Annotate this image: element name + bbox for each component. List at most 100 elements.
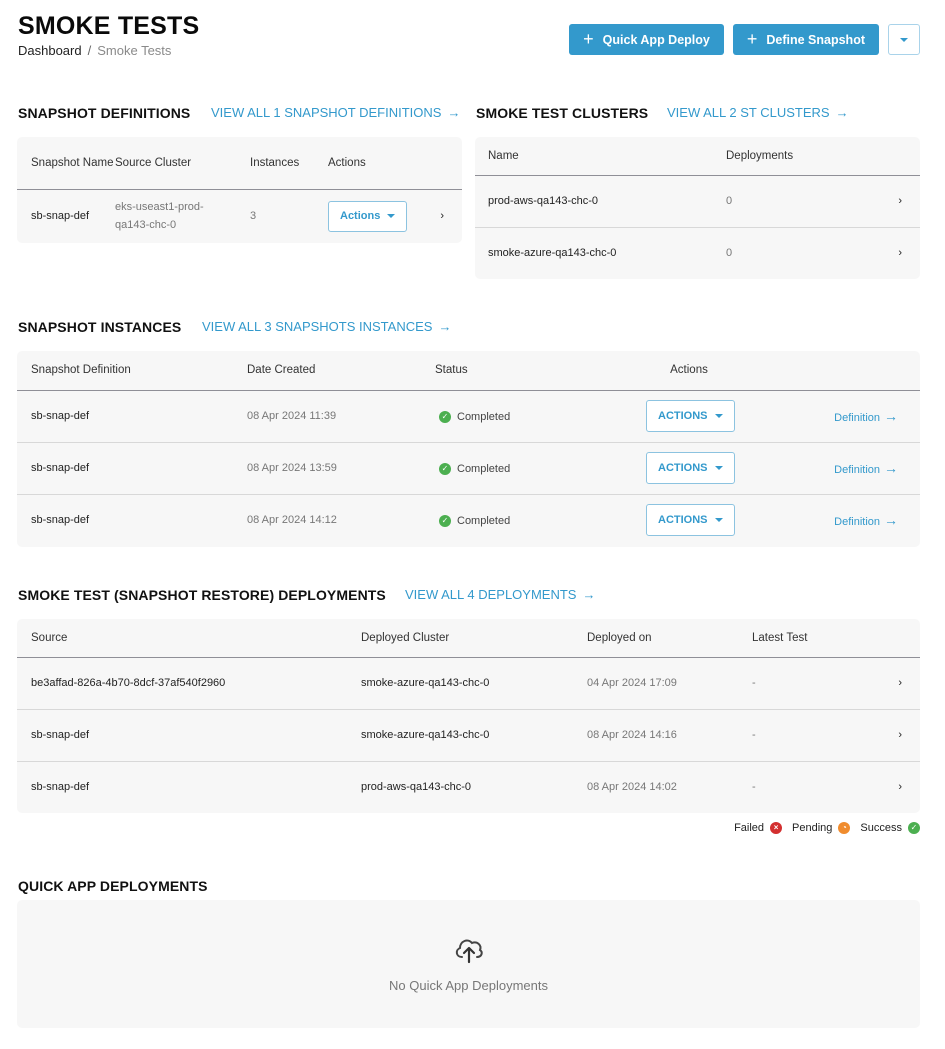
smoke-test-clusters-title: SMOKE TEST CLUSTERS — [476, 105, 649, 121]
header-actions: + Quick App Deploy + Define Snapshot — [569, 24, 920, 55]
date-created: 08 Apr 2024 14:12 — [247, 514, 337, 527]
arrow-right-icon: → — [582, 587, 596, 602]
column-header: Deployed on — [587, 619, 752, 658]
arrow-right-icon: → — [835, 105, 849, 120]
plus-icon: + — [746, 28, 758, 49]
status-badge: ✓ Completed — [439, 514, 511, 527]
table-row[interactable]: smoke-azure-qa143-chc-0 0 › — [475, 227, 920, 279]
deployments-count: 0 — [726, 247, 733, 260]
definition-link[interactable]: Definition → — [834, 460, 898, 476]
snapshot-definitions-table: Snapshot Name Source Cluster Instances A… — [17, 137, 462, 243]
actions-dropdown-button[interactable]: Actions — [328, 200, 408, 232]
column-header: Deployed Cluster — [361, 619, 587, 658]
date-created: 08 Apr 2024 11:39 — [247, 390, 435, 443]
table-row[interactable]: prod-aws-qa143-chc-0 0 › — [475, 175, 920, 228]
column-header: Deployments — [726, 137, 880, 176]
view-all-snapshot-definitions-link[interactable]: VIEW ALL 1 SNAPSHOT DEFINITIONS → — [211, 105, 460, 120]
snapshot-definition: sb-snap-def — [31, 514, 90, 527]
arrow-right-icon: → — [438, 319, 452, 334]
table-row: sb-snap-def 08 Apr 2024 14:12 ✓ Completed AC… — [17, 494, 920, 546]
column-header: Source — [17, 619, 361, 658]
smoke-test-clusters-table: Name Deployments prod-aws-qa143-chc-0 0 … — [475, 137, 920, 279]
deployed-cluster: smoke-azure-qa143-chc-0 — [361, 709, 587, 762]
chevron-right-icon[interactable]: › — [880, 761, 920, 813]
column-header: Name — [475, 137, 726, 176]
plus-icon: + — [583, 28, 594, 49]
snapshot-name: sb-snap-def — [31, 210, 90, 223]
view-all-label: VIEW ALL 1 SNAPSHOT DEFINITIONS — [211, 105, 442, 120]
legend-item-success: Success ✓ — [860, 822, 920, 834]
status-badge: ✓ Completed — [439, 410, 511, 423]
table-row[interactable]: sb-snap-def prod-aws-qa143-chc-0 08 Apr 20… — [17, 761, 920, 813]
check-circle-icon: ✓ — [439, 410, 451, 423]
cloud-upload-icon — [452, 935, 486, 970]
arrow-right-icon: → — [447, 105, 461, 120]
deployments-title: SMOKE TEST (SNAPSHOT RESTORE) DEPLOYMENT… — [18, 587, 386, 603]
table-row[interactable]: sb-snap-def smoke-azure-qa143-chc-0 08 Apr… — [17, 709, 920, 762]
caret-down-icon — [714, 414, 723, 418]
actions-dropdown-button[interactable]: ACTIONS — [646, 504, 735, 537]
smoke-test-clusters-card: Name Deployments prod-aws-qa143-chc-0 0 … — [475, 137, 920, 279]
status-text: Completed — [457, 514, 511, 527]
page-title: SMOKE TESTS — [18, 12, 200, 40]
date-created: 08 Apr 2024 13:59 — [247, 442, 435, 495]
caret-down-icon — [714, 466, 723, 470]
chevron-right-icon[interactable]: › — [880, 709, 920, 762]
column-header: Snapshot Definition — [17, 351, 247, 391]
legend-label: Success — [860, 822, 902, 834]
arrow-right-icon: → — [884, 408, 898, 424]
latest-test: - — [752, 657, 880, 710]
pending-status-icon: ◔ — [838, 822, 851, 834]
column-header: Instances — [250, 137, 328, 190]
snapshot-definition: sb-snap-def — [17, 442, 247, 495]
view-all-st-clusters-link[interactable]: VIEW ALL 2 ST CLUSTERS → — [667, 105, 849, 120]
table-row[interactable]: be3affad-826a-4b70-8dcf-37af540f2960 smok… — [17, 657, 920, 710]
status-text: Completed — [457, 410, 511, 423]
arrow-right-icon: → — [884, 460, 898, 476]
definition-link[interactable]: Definition → — [834, 408, 898, 424]
view-all-snapshot-instances-link[interactable]: VIEW ALL 3 SNAPSHOTS INSTANCES → — [202, 319, 451, 334]
column-header: Date Created — [247, 351, 435, 391]
deployed-on: 08 Apr 2024 14:16 — [587, 709, 752, 762]
quick-app-deployments-empty-state: No Quick App Deployments — [17, 900, 920, 1028]
chevron-right-icon[interactable]: › — [880, 175, 920, 228]
column-header: Source Cluster — [115, 137, 250, 190]
quick-app-deploy-button[interactable]: + Quick App Deploy — [569, 24, 724, 55]
snapshot-instances-table: Snapshot Definition Date Created Status … — [17, 351, 920, 546]
actions-dropdown-button[interactable]: ACTIONS — [646, 452, 735, 484]
snapshot-definitions-title: SNAPSHOT DEFINITIONS — [18, 105, 191, 121]
caret-down-icon — [900, 37, 908, 42]
snapshot-instances-card: Snapshot Definition Date Created Status … — [17, 351, 920, 547]
breadcrumb: Dashboard / Smoke Tests — [18, 43, 171, 58]
define-snapshot-label: Define Snapshot — [766, 32, 865, 47]
deployed-cluster: prod-aws-qa143-chc-0 — [361, 781, 472, 794]
column-header: Latest Test — [752, 619, 880, 658]
caret-down-icon — [714, 518, 723, 523]
actions-label: ACTIONS — [658, 514, 708, 527]
breadcrumb-current: Smoke Tests — [97, 43, 172, 58]
actions-label: ACTIONS — [658, 410, 708, 422]
view-all-deployments-link[interactable]: VIEW ALL 4 DEPLOYMENTS → — [405, 587, 595, 602]
quick-app-deploy-label: Quick App Deploy — [602, 32, 710, 47]
snapshot-definitions-card: Snapshot Name Source Cluster Instances A… — [17, 137, 462, 243]
actions-dropdown-button[interactable]: ACTIONS — [646, 400, 735, 432]
chevron-right-icon[interactable]: › — [880, 227, 920, 279]
legend-item-pending: Pending ◔ — [792, 822, 851, 834]
definition-link[interactable]: Definition → — [834, 512, 898, 529]
chevron-right-icon[interactable]: › — [880, 657, 920, 710]
definition-link-label: Definition — [834, 516, 880, 529]
source-cluster: eks-useast1-prod-qa143-chc-0 — [115, 201, 204, 232]
more-options-dropdown-button[interactable] — [888, 24, 920, 55]
view-all-label: VIEW ALL 4 DEPLOYMENTS — [405, 587, 577, 602]
quick-app-deployments-title: QUICK APP DEPLOYMENTS — [18, 878, 208, 894]
definition-link-label: Definition — [834, 464, 880, 476]
column-header: Status — [435, 351, 634, 391]
deployed-cluster: smoke-azure-qa143-chc-0 — [361, 657, 587, 710]
deployed-on: 04 Apr 2024 17:09 — [587, 657, 752, 710]
cluster-name: prod-aws-qa143-chc-0 — [475, 175, 726, 228]
chevron-right-icon[interactable]: › — [422, 189, 462, 243]
breadcrumb-dashboard[interactable]: Dashboard — [18, 43, 82, 58]
table-row[interactable]: sb-snap-def eks-useast1-prod-qa143-chc-0… — [17, 189, 462, 243]
define-snapshot-button[interactable]: + Define Snapshot — [732, 24, 879, 55]
definition-link-label: Definition — [834, 412, 880, 424]
